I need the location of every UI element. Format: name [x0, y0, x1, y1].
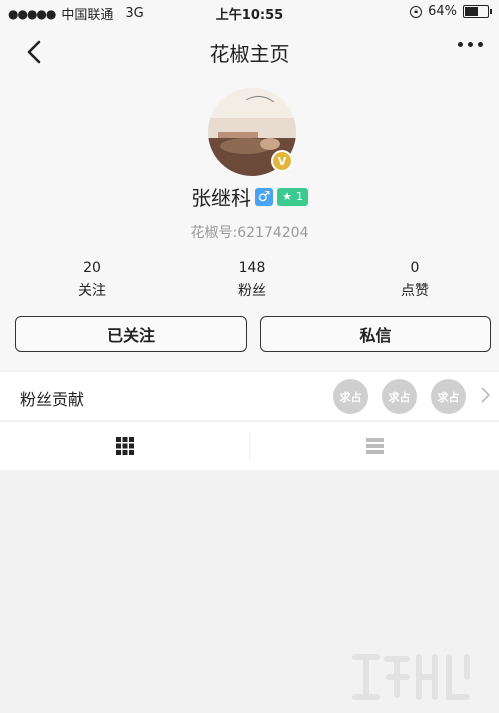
- fan-avatar[interactable]: 求占: [382, 379, 417, 414]
- content-tabs: [0, 421, 499, 470]
- fan-avatar[interactable]: 求占: [431, 379, 466, 414]
- grid-icon: [115, 437, 134, 455]
- status-bar: ●●●●● 中国联通 3G 上午10:55 🔒︎ 64%: [0, 0, 499, 24]
- page-title: 花椒主页: [209, 42, 290, 66]
- system-indicators: 🔒︎ 64%: [410, 4, 492, 19]
- list-icon: [365, 438, 384, 454]
- tab-grid-view[interactable]: [0, 422, 249, 470]
- profile-card: V 张继科 ♂ ★ 1 花椒号:62174204 20 关注 148 粉丝 0 …: [0, 80, 499, 370]
- verified-badge-icon: V: [271, 150, 293, 172]
- following-button[interactable]: 已关注: [15, 316, 247, 352]
- male-gender-icon: ♂: [255, 187, 274, 206]
- level-number: 1: [295, 190, 303, 203]
- fans-contribution-label: 粉丝贡献: [20, 390, 85, 409]
- battery-icon: [463, 5, 492, 18]
- fans-contribution-row[interactable]: 粉丝贡献 求占 求占 求占: [0, 372, 499, 420]
- stat-value: 20: [83, 260, 101, 276]
- stat-fans[interactable]: 148 粉丝: [202, 260, 302, 300]
- orientation-lock-icon: 🔒︎: [410, 5, 423, 18]
- private-message-button[interactable]: 私信: [260, 316, 491, 352]
- tab-list-view[interactable]: [250, 422, 499, 470]
- user-name: 张继科: [191, 186, 252, 210]
- fan-avatar[interactable]: 求占: [333, 379, 368, 414]
- stat-label: 粉丝: [238, 283, 266, 299]
- stat-label: 关注: [78, 283, 106, 299]
- chevron-right-icon[interactable]: [479, 386, 491, 404]
- stat-following[interactable]: 20 关注: [42, 260, 142, 300]
- battery-percent: 64%: [428, 4, 457, 19]
- stat-value: 148: [238, 260, 266, 276]
- watermark-logo: [352, 654, 470, 700]
- star-icon: ★: [282, 190, 292, 203]
- level-badge: ★ 1: [277, 187, 308, 206]
- stat-likes[interactable]: 0 点赞: [365, 260, 465, 300]
- nav-bar: 花椒主页: [0, 24, 499, 80]
- stat-value: 0: [410, 260, 420, 276]
- name-row: 张继科 ♂ ★ 1: [0, 182, 499, 211]
- more-dots-icon[interactable]: [458, 42, 483, 47]
- flower-id: 花椒号:62174204: [190, 225, 309, 241]
- stat-label: 点赞: [401, 283, 429, 299]
